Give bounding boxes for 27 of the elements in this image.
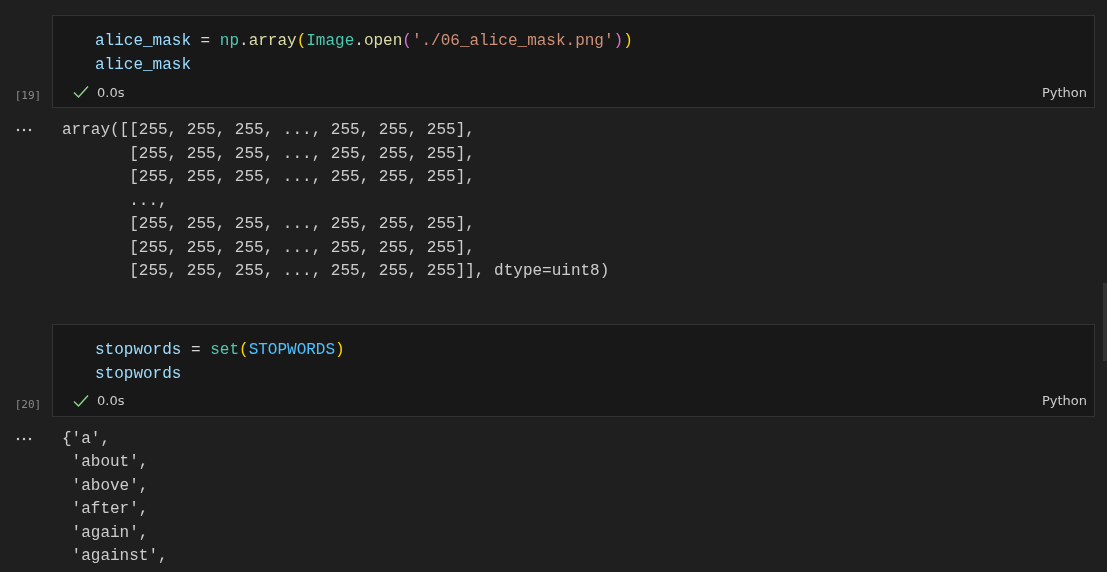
- execution-time: 0.0s: [97, 84, 125, 100]
- language-label[interactable]: Python: [1041, 393, 1087, 408]
- output-line: [255, 255, 255, ..., 255, 255, 255],: [128, 143, 476, 165]
- output-line: 'about',: [70, 452, 150, 473]
- language-label[interactable]: Python: [1041, 84, 1087, 100]
- output-line: {'a',: [62, 428, 111, 450]
- output-line: [255, 255, 255, ..., 255, 255, 255],: [128, 237, 476, 259]
- output-line: [255, 255, 255, ..., 255, 255, 255]], dtype=uint8): [128, 261, 610, 282]
- output-line: 'against',: [70, 546, 168, 567]
- code-line: alice_mask: [95, 55, 192, 76]
- output-line: 'above',: [70, 475, 150, 497]
- output-line: 'again',: [70, 522, 150, 544]
- output-line: [255, 255, 255, ..., 255, 255, 255],: [128, 214, 476, 235]
- execution-time: 0.0s: [97, 393, 125, 408]
- more-actions-icon[interactable]: [16, 128, 32, 132]
- output-line: [255, 255, 255, ..., 255, 255, 255],: [128, 167, 476, 188]
- output-line: ...,: [128, 190, 169, 212]
- code-line: stopwords: [95, 363, 183, 385]
- code-cell[interactable]: alice_mask = np.array(Image.open('./06_alice_mask.png')) alice_mask 0.0s Python: [52, 15, 1095, 108]
- code-line: alice_mask = np.array(Image.open('./06_alice_mask.png')): [95, 31, 634, 52]
- execution-count: [20]: [13, 397, 42, 411]
- output-line: 'after',: [70, 499, 150, 520]
- code-line: stopwords = set(STOPWORDS): [95, 339, 346, 361]
- execution-count: [19]: [13, 89, 42, 102]
- more-actions-icon[interactable]: [16, 436, 32, 441]
- code-cell[interactable]: stopwords = set(STOPWORDS) stopwords 0.0s Python: [52, 323, 1095, 417]
- output-line: array([[255, 255, 255, ..., 255, 255, 255],: [62, 120, 476, 141]
